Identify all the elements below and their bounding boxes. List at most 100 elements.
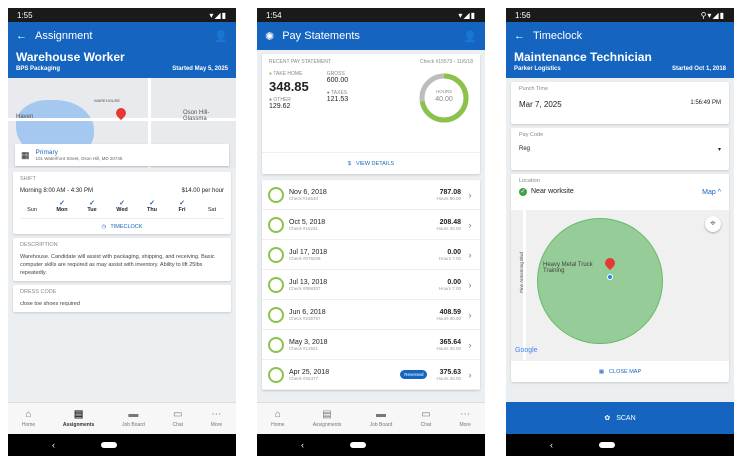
description-card: DESCRIPTION Warehouse. Candidate will as… [13, 238, 231, 281]
bottom-nav: ⌂ Home ▤ Assignments ▬ Job Board ▭ Chat ⋯ Mor… [8, 402, 236, 434]
address-type: Primary [35, 149, 58, 156]
take-home-amount: 348.85 [269, 79, 309, 94]
pay-code-select[interactable]: Pay Code Reg ▾ [511, 128, 729, 170]
check-icon: ✓ [59, 200, 65, 207]
statement-row[interactable]: May 3, 2018 Check #12921 365.64 Hours 40.00… [262, 330, 480, 360]
nav-more[interactable]: ⋯ More [459, 408, 471, 428]
profile-icon[interactable]: 👤 [214, 30, 228, 43]
statement-row[interactable]: Jun 6, 2018 Check #239767 408.59 Hours 40.0… [262, 300, 480, 330]
status-ring-icon [268, 246, 284, 263]
nav-job-board[interactable]: ▬ Job Board [122, 409, 145, 428]
other-amount: 129.62 [269, 103, 291, 110]
assignment-screen: 1:55 ▾◢▮ ← Assignment 👤 Warehouse Worker … [8, 8, 236, 456]
scan-button[interactable]: ✿ SCAN [506, 402, 734, 434]
nav-home[interactable]: ⌂ Home [22, 409, 35, 428]
timeclock-screen: 1:56 ⚲▾◢▮ ← Timeclock Maintenance Technic… [506, 8, 734, 456]
statement-row[interactable]: Jul 13, 2018 Check #068307 0.00 Hours 7.00 › [262, 270, 480, 300]
hours-value: 40.00 [435, 96, 453, 103]
nav-chat[interactable]: ▭ Chat [172, 409, 183, 428]
close-map-button[interactable]: ▦ CLOSE MAP [511, 360, 729, 382]
check-number: Check #15573 - 11/6/18 [419, 59, 473, 65]
system-home-button[interactable] [599, 442, 615, 448]
app-bar: ✺ Pay Statements 👤 [257, 22, 485, 50]
back-arrow-icon[interactable]: ← [514, 30, 525, 42]
day-sat: Sat [207, 207, 217, 213]
poi-label: Heavy Metal Truck Training [543, 262, 593, 274]
address-card[interactable]: ▦ Primary 101 Waterfront Street, Oson Hil… [15, 144, 229, 166]
status-bar: 1:55 ▾◢▮ [8, 8, 236, 22]
start-date: Started May 5, 2025 [172, 66, 228, 72]
dollar-icon: $ [347, 160, 351, 167]
hours-donut: HOURS 40.00 [418, 72, 470, 124]
status-ring-icon [268, 306, 284, 323]
day-tue: ✓ Tue [87, 200, 97, 213]
clipboard-icon: ▤ [73, 408, 84, 420]
nav-assignments[interactable]: ▤ Assignments [313, 408, 342, 428]
status-ring-icon [268, 336, 284, 353]
system-nav: ‹ [257, 434, 485, 456]
system-back-icon[interactable]: ‹ [550, 440, 553, 450]
geofence-circle [537, 218, 663, 344]
recent-statement-card: RECENT PAY STATEMENT Check #15573 - 11/6/… [262, 54, 480, 174]
punch-date: Mar 7, 2025 [519, 100, 562, 109]
chevron-right-icon: › [468, 309, 472, 320]
status-ring-icon [268, 366, 284, 383]
system-nav: ‹ [506, 434, 734, 456]
shift-card: SHIFT Morning 8:00 AM - 4:30 PM $14.00 pe… [13, 172, 231, 234]
google-logo: Google [515, 347, 538, 354]
statement-row[interactable]: Apr 25, 2018 Check #32477 Reversed 375.63 Ho… [262, 360, 480, 390]
company-name: BPS Packaging [16, 66, 61, 72]
system-back-icon[interactable]: ‹ [52, 440, 55, 450]
clipboard-icon: ▤ [322, 408, 332, 420]
location-map[interactable]: Pine Armstrong Blvd Heavy Metal Truck Tr… [511, 210, 729, 360]
dress-code-label: DRESS CODE [20, 289, 57, 295]
nav-more[interactable]: ⋯ More [211, 408, 222, 428]
system-home-button[interactable] [350, 442, 366, 448]
more-icon: ⋯ [211, 408, 222, 420]
check-icon: ✓ [179, 200, 185, 207]
start-date: Started Oct 1, 2018 [671, 66, 726, 72]
timeclock-button[interactable]: ◷ TIMECLOCK [20, 218, 224, 230]
system-back-icon[interactable]: ‹ [301, 440, 304, 450]
description-label: DESCRIPTION [20, 242, 58, 248]
map-icon: ▦ [21, 149, 30, 160]
aperture-icon: ✿ [604, 415, 611, 422]
status-icons: ▾◢▮ [458, 10, 476, 20]
punch-time: 1:56:49 PM [690, 100, 721, 106]
dress-code-card: DRESS CODE close toe shoes required [13, 285, 231, 312]
check-circle-icon: ✓ [519, 188, 527, 196]
job-header: Maintenance Technician Parker Logistics S… [506, 50, 734, 78]
near-worksite-text: Near worksite [531, 188, 574, 195]
assignment-map[interactable]: Haven WAREHOUSE Oson Hill-Glassma ▦ Prim… [8, 78, 236, 168]
nav-job-board[interactable]: ▬ Job Board [370, 409, 393, 428]
nav-chat[interactable]: ▭ Chat [421, 409, 432, 428]
status-icons: ⚲▾◢▮ [700, 10, 725, 20]
chevron-right-icon: › [468, 339, 472, 350]
locate-me-icon[interactable]: ⌖ [705, 216, 721, 232]
profile-icon[interactable]: 👤 [463, 30, 477, 43]
status-icons: ▾◢▮ [209, 10, 227, 20]
statement-list: Nov 6, 2018 Check #16540 787.08 Hours 80.00… [262, 180, 480, 390]
current-location-dot [607, 274, 613, 280]
more-icon: ⋯ [460, 408, 471, 420]
statement-row[interactable]: Oct 5, 2018 Check #15231 208.48 Hours 40.00… [262, 210, 480, 240]
job-header: Warehouse Worker BPS Packaging Started Ma… [8, 50, 236, 78]
view-details-button[interactable]: $ VIEW DETAILS [262, 152, 480, 174]
status-bar: 1:54 ▾◢▮ [257, 8, 485, 22]
map-toggle-link[interactable]: Map ^ [702, 189, 721, 196]
system-home-button[interactable] [101, 442, 117, 448]
day-fri: ✓ Fri [178, 200, 186, 213]
status-ring-icon [268, 216, 284, 233]
statement-row[interactable]: Nov 6, 2018 Check #16540 787.08 Hours 80.00… [262, 180, 480, 210]
system-nav: ‹ [8, 434, 236, 456]
job-title: Maintenance Technician [514, 50, 652, 64]
clock-icon: ◷ [101, 224, 107, 230]
back-arrow-icon[interactable]: ← [16, 30, 27, 42]
nav-assignments[interactable]: ▤ Assignments [63, 408, 94, 428]
day-wed: ✓ Wed [116, 200, 128, 213]
weekdays: Sun ✓ Mon ✓ Tue ✓ Wed ✓ Thu ✓ Fri Sat [20, 199, 224, 213]
punch-time-field[interactable]: Punch Time Mar 7, 2025 1:56:49 PM [511, 82, 729, 124]
nav-home[interactable]: ⌂ Home [271, 409, 284, 428]
statement-row[interactable]: Jul 17, 2018 Check #078206 0.00 Hours 7.00 › [262, 240, 480, 270]
chevron-right-icon: › [468, 219, 472, 230]
